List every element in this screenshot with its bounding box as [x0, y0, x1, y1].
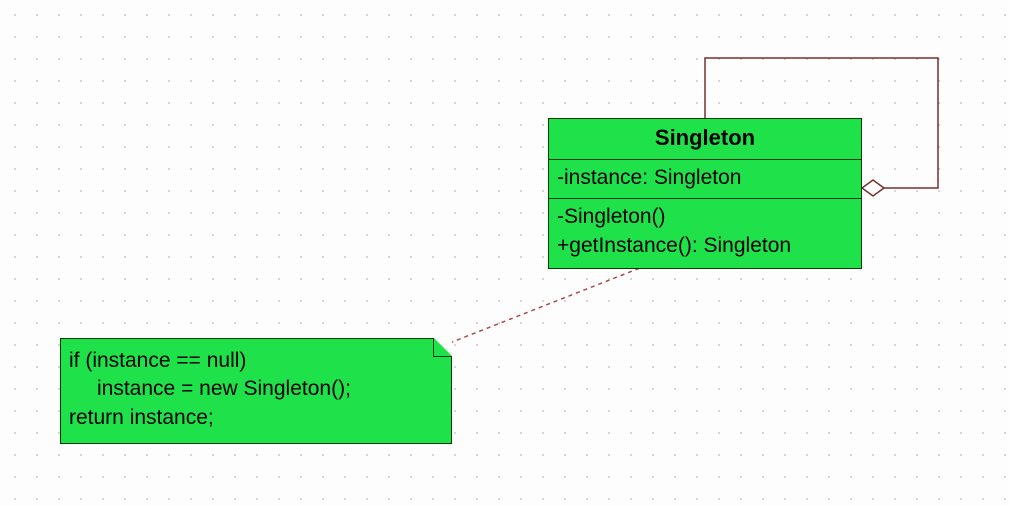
class-name: Singleton — [549, 119, 861, 160]
uml-note: if (instance == null) instance = new Sin… — [60, 338, 452, 444]
class-attributes: -instance: Singleton — [549, 160, 861, 199]
note-fold-icon — [433, 338, 452, 357]
uml-class-singleton: Singleton -instance: Singleton -Singleto… — [548, 118, 862, 269]
note-line: return instance; — [69, 404, 443, 432]
note-line: instance = new Singleton(); — [69, 375, 443, 403]
attribute-row: -instance: Singleton — [557, 164, 853, 192]
note-line: if (instance == null) — [69, 347, 443, 375]
operation-row: +getInstance(): Singleton — [557, 232, 853, 260]
class-operations: -Singleton() +getInstance(): Singleton — [549, 199, 861, 268]
operation-row: -Singleton() — [557, 203, 853, 231]
